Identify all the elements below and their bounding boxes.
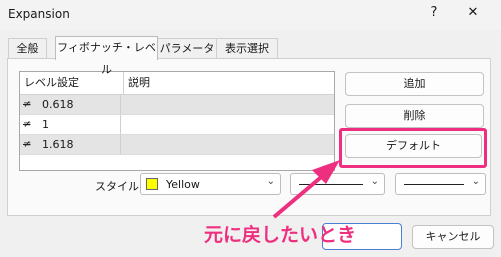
cancel-button[interactable]: キャンセル <box>412 225 494 249</box>
annotation-text: 元に戻したいとき <box>204 224 357 246</box>
tab-fibonacci-levels[interactable]: フィボナッチ・レベル <box>55 36 158 76</box>
